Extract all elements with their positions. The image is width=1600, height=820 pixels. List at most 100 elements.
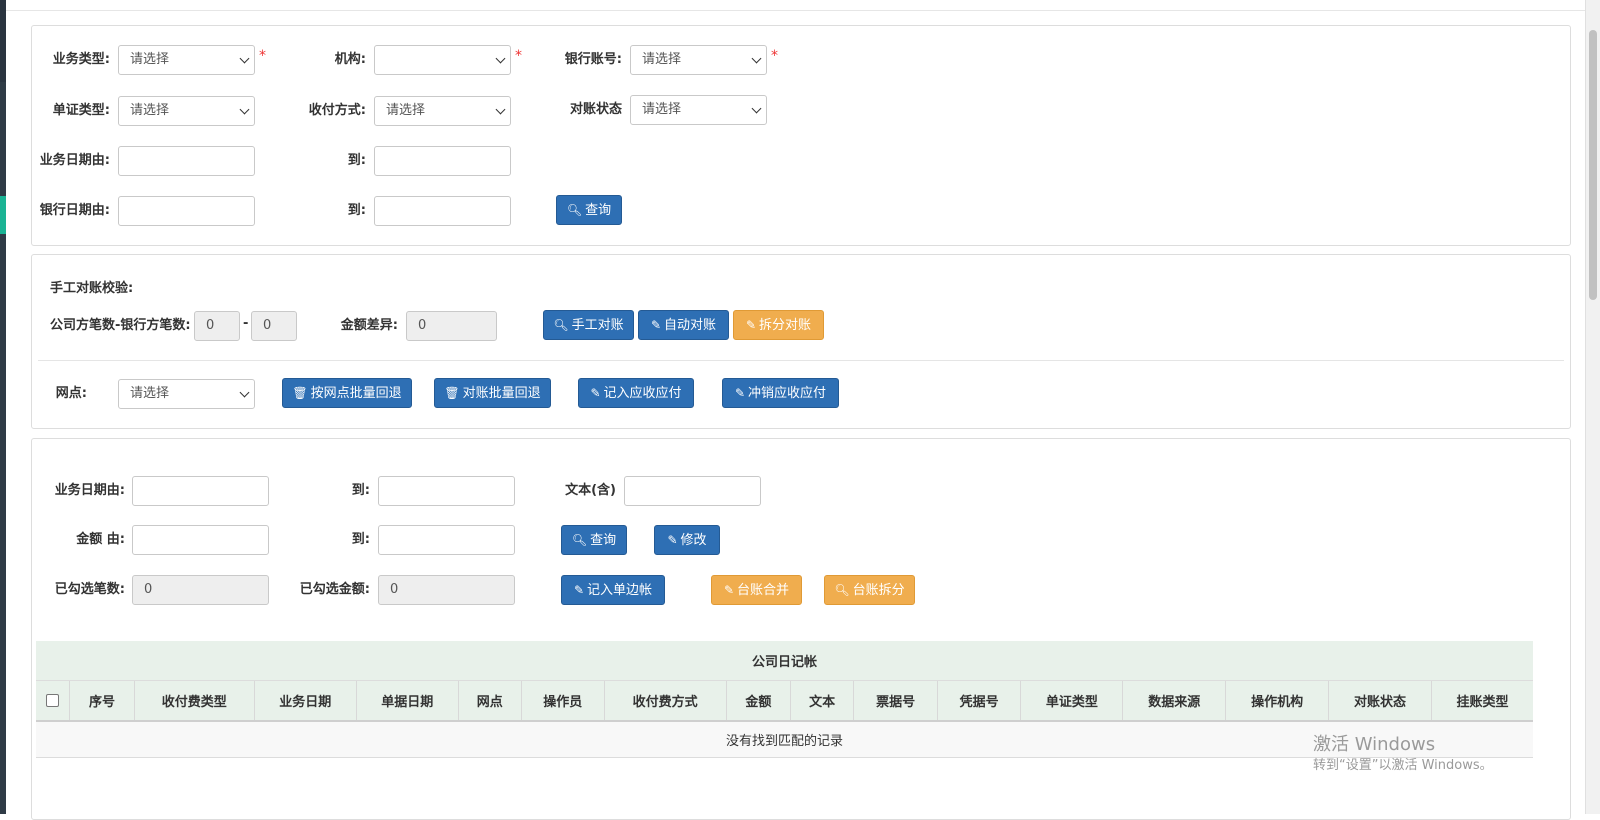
ledger-biz-date-from-input[interactable] — [132, 476, 269, 506]
scrollbar-thumb[interactable] — [1589, 30, 1597, 300]
pay-method-select[interactable]: 请选择 — [374, 96, 511, 126]
text-contains-input[interactable] — [624, 476, 761, 506]
required-mark: * — [771, 48, 778, 64]
column-header[interactable]: 文本 — [790, 680, 855, 722]
biz-type-select[interactable]: 请选择 — [118, 45, 255, 75]
trash-icon: 🗑︎ — [444, 386, 460, 400]
single-side-entry-button[interactable]: ✎ 记入单边帐 — [561, 575, 665, 605]
bank-date-to-label: 到: — [347, 203, 366, 218]
doc-type-select[interactable]: 请选择 — [118, 96, 255, 126]
amount-to-label: 到: — [351, 532, 370, 547]
bank-count-input: 0 — [251, 311, 297, 341]
biz-date-to-input[interactable] — [374, 146, 511, 176]
writeoff-receivable-button[interactable]: ✎ 冲销应收应付 — [722, 378, 839, 408]
biz-date-to-label: 到: — [347, 153, 366, 168]
column-header[interactable]: 收付费方式 — [604, 680, 727, 722]
split-recon-button-label: 拆分对账 — [759, 318, 812, 333]
select-all-checkbox[interactable] — [46, 694, 60, 707]
column-header[interactable]: 收付费类型 — [134, 680, 255, 722]
query-button-label: 查询 — [585, 203, 612, 218]
table-empty-row: 没有找到匹配的记录 — [36, 721, 1533, 758]
column-header[interactable]: 操作员 — [521, 680, 605, 722]
column-header[interactable]: 对账状态 — [1328, 680, 1432, 722]
column-header[interactable]: 单证类型 — [1020, 680, 1124, 722]
branch-select-value: 请选择 — [130, 386, 170, 401]
chevron-down-icon — [751, 53, 762, 64]
company-count-input: 0 — [194, 311, 240, 341]
org-select[interactable] — [374, 45, 511, 75]
watermark-line-1: 激活 Windows — [1313, 734, 1436, 755]
auto-recon-button[interactable]: ✎ 自动对账 — [638, 310, 729, 340]
ledger-query-label: 查询 — [590, 533, 617, 548]
bank-account-select[interactable]: 请选择 — [630, 45, 767, 75]
chevron-down-icon — [239, 53, 250, 64]
bank-date-from-label: 银行日期由: — [39, 203, 110, 218]
branch-batch-rollback-button[interactable]: 🗑︎ 按网点批量回退 — [282, 378, 412, 408]
page-scrollbar[interactable] — [1585, 0, 1600, 814]
ledger-biz-date-to-input[interactable] — [378, 476, 515, 506]
column-header[interactable]: 单据日期 — [356, 680, 459, 722]
column-header[interactable]: 票据号 — [853, 680, 938, 722]
bank-account-select-value: 请选择 — [642, 52, 682, 67]
edit-button[interactable]: ✎ 修改 — [654, 525, 720, 555]
windows-activation-watermark: 激活 Windows 转到“设置”以激活 Windows。 — [1313, 734, 1493, 776]
selected-count-input: 0 — [132, 575, 269, 605]
table-caption: 公司日记帐 — [36, 641, 1533, 681]
column-header[interactable]: 数据来源 — [1122, 680, 1227, 722]
pay-method-select-value: 请选择 — [386, 103, 426, 118]
manual-recon-panel: 手工对账校验: 公司方笔数-银行方笔数: 0 - 0 金额差异: 0 🔍︎ 手工对… — [31, 254, 1571, 429]
manual-recon-title: 手工对账校验: — [50, 281, 134, 296]
manual-recon-button[interactable]: 🔍︎ 手工对账 — [543, 310, 634, 340]
biz-date-from-label: 业务日期由: — [39, 153, 110, 168]
record-receivable-button[interactable]: ✎ 记入应收应付 — [578, 378, 694, 408]
recon-status-select[interactable]: 请选择 — [630, 95, 767, 125]
trash-icon: 🗑︎ — [292, 386, 308, 400]
empty-message: 没有找到匹配的记录 — [36, 721, 1533, 758]
column-header[interactable]: 操作机构 — [1225, 680, 1330, 722]
watermark-line-2: 转到“设置”以激活 Windows。 — [1313, 758, 1493, 773]
left-sidebar-strip — [0, 0, 6, 814]
auto-recon-button-label: 自动对账 — [664, 318, 717, 333]
chevron-down-icon — [495, 104, 506, 115]
column-header[interactable]: 业务日期 — [254, 680, 357, 722]
ledger-merge-button[interactable]: ✎ 台账合并 — [711, 575, 802, 605]
text-contains-label: 文本(含) — [565, 483, 616, 498]
search-icon: 🔍︎ — [571, 533, 588, 547]
company-journal-table: 公司日记帐 序号 收付费类型 业务日期 单据日期 网点 操作员 收付费方式 金额… — [36, 641, 1533, 758]
biz-date-from-input[interactable] — [118, 146, 255, 176]
column-header[interactable]: 挂账类型 — [1431, 680, 1533, 722]
column-header[interactable]: 序号 — [69, 680, 135, 722]
query-button[interactable]: 🔍︎ 查询 — [556, 195, 622, 225]
column-header[interactable]: 凭据号 — [937, 680, 1022, 722]
branch-label: 网点: — [55, 386, 87, 401]
ledger-split-button[interactable]: 🔍︎ 台账拆分 — [824, 575, 915, 605]
ledger-query-button[interactable]: 🔍︎ 查询 — [561, 525, 627, 555]
manual-recon-button-label: 手工对账 — [571, 318, 624, 333]
pay-method-label: 收付方式: — [308, 103, 366, 118]
split-recon-button[interactable]: ✎ 拆分对账 — [733, 310, 824, 340]
amount-diff-label: 金额差异: — [340, 318, 398, 333]
pencil-icon: ✎ — [723, 583, 735, 597]
ledger-biz-date-from-label: 业务日期由: — [54, 483, 125, 498]
pencil-icon: ✎ — [573, 583, 585, 597]
amount-to-input[interactable] — [378, 525, 515, 555]
ledger-biz-date-to-label: 到: — [351, 483, 370, 498]
pencil-icon: ✎ — [590, 386, 601, 400]
column-header[interactable]: 金额 — [726, 680, 792, 722]
bank-date-to-input[interactable] — [374, 196, 511, 226]
pencil-icon: ✎ — [667, 533, 678, 547]
recon-status-label: 对账状态 — [569, 102, 622, 117]
recon-batch-rollback-button[interactable]: 🗑︎ 对账批量回退 — [434, 378, 551, 408]
amount-from-input[interactable] — [132, 525, 269, 555]
column-header[interactable]: 网点 — [458, 680, 522, 722]
biz-type-select-value: 请选择 — [130, 52, 170, 67]
required-mark: * — [259, 48, 266, 64]
bank-date-from-input[interactable] — [118, 196, 255, 226]
filter-panel: 业务类型: 请选择 * 机构: * 银行账号: 请选择 * 单证类型: 请选择 … — [31, 25, 1571, 246]
count-dash: - — [243, 316, 249, 331]
amount-diff-input: 0 — [406, 311, 497, 341]
chevron-down-icon — [239, 104, 250, 115]
bank-account-label: 银行账号: — [564, 52, 622, 67]
branch-select[interactable]: 请选择 — [118, 379, 255, 409]
selected-amount-input: 0 — [378, 575, 515, 605]
